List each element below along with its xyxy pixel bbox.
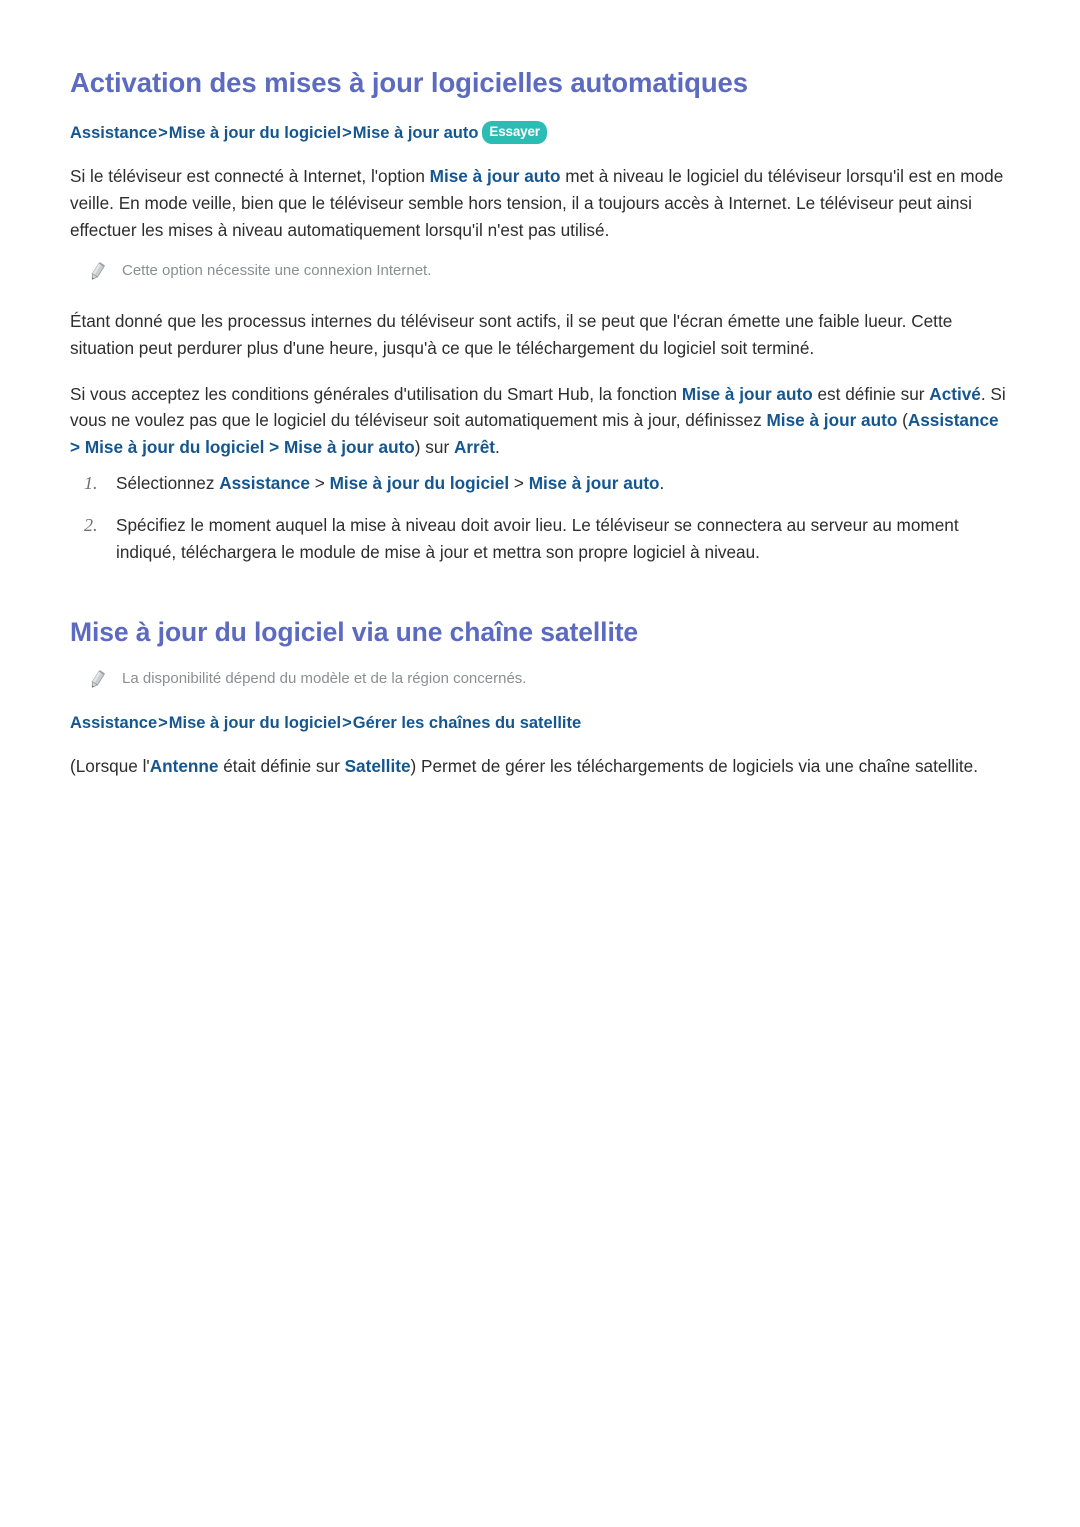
term-on[interactable]: Activé [929, 384, 981, 404]
list-text: Sélectionnez [116, 472, 220, 493]
breadcrumb-section1: Assistance>Mise à jour du logiciel>Mise … [70, 121, 1010, 144]
breadcrumb-item-auto-update[interactable]: Mise à jour auto [353, 124, 479, 142]
list-item: 2. Spécifiez le moment auquel la mise à … [70, 512, 1010, 566]
breadcrumb-separator: > [158, 713, 168, 732]
steps-list: 1. Sélectionnez Assistance > Mise à jour… [70, 470, 1010, 565]
list-number: 2. [84, 514, 98, 535]
paragraph-text: ) sur [414, 437, 454, 458]
section-title-satellite: Mise à jour du logiciel via une chaîne s… [70, 617, 639, 648]
note-text: Cette option nécessite une connexion Int… [122, 261, 432, 279]
breadcrumb-section2: Assistance>Mise à jour du logiciel>Gérer… [70, 713, 1010, 734]
term-separator: > [264, 437, 284, 458]
pencil-icon [87, 669, 107, 691]
paragraph-text: (Lorsque l' [70, 756, 150, 777]
paragraph-text: était définie sur [218, 756, 345, 777]
breadcrumb-item-software-update[interactable]: Mise à jour du logiciel [169, 714, 341, 732]
paragraph-smart-hub-terms: Si vous acceptez les conditions générale… [70, 381, 1010, 461]
note-text: La disponibilité dépend du modèle et de … [122, 670, 527, 688]
term-separator: > [309, 472, 330, 493]
paragraph-auto-update-intro: Si le téléviseur est connecté à Internet… [70, 163, 1010, 243]
term-software-update[interactable]: Mise à jour du logiciel [330, 473, 510, 493]
breadcrumb-item-assistance[interactable]: Assistance [70, 714, 157, 732]
term-satellite[interactable]: Satellite [345, 756, 411, 776]
document-page: Activation des mises à jour logicielles … [0, 0, 1080, 1527]
paragraph-text: est définie sur [812, 383, 930, 404]
breadcrumb-separator: > [342, 124, 352, 142]
paragraph-text: . [495, 437, 500, 458]
breadcrumb-separator: > [158, 124, 168, 142]
term-auto-update[interactable]: Mise à jour auto [682, 384, 813, 404]
paragraph-text: ) Permet de gérer les téléchargements de… [410, 756, 979, 777]
term-separator: > [509, 472, 529, 493]
breadcrumb-item-software-update[interactable]: Mise à jour du logiciel [169, 124, 341, 142]
term-auto-update[interactable]: Mise à jour auto [430, 166, 561, 186]
note-availability: La disponibilité dépend du modèle et de … [70, 668, 1010, 691]
paragraph-text: Si le téléviseur est connecté à Internet… [70, 166, 430, 187]
term-separator: > [70, 437, 85, 458]
paragraph-satellite-description: (Lorsque l'Antenne était définie sur Sat… [70, 753, 1010, 780]
breadcrumb-item-assistance[interactable]: Assistance [70, 124, 157, 142]
term-assistance[interactable]: Assistance [908, 410, 999, 430]
pencil-icon [87, 261, 107, 283]
breadcrumb-separator: > [342, 713, 352, 732]
term-auto-update[interactable]: Mise à jour auto [529, 473, 660, 493]
list-text: . [659, 472, 665, 493]
term-assistance[interactable]: Assistance [219, 473, 310, 493]
term-software-update[interactable]: Mise à jour du logiciel [85, 437, 265, 457]
paragraph-text: ( [897, 410, 908, 431]
note-internet-required: Cette option nécessite une connexion Int… [70, 260, 1010, 283]
list-number: 1. [84, 472, 98, 493]
list-item-text: Sélectionnez Assistance > Mise à jour du… [116, 470, 664, 497]
try-it-badge[interactable]: Essayer [482, 121, 547, 144]
paragraph-text: Si vous acceptez les conditions générale… [70, 383, 682, 404]
list-item: 1. Sélectionnez Assistance > Mise à jour… [70, 470, 1010, 498]
term-off[interactable]: Arrêt [454, 437, 495, 457]
term-auto-update[interactable]: Mise à jour auto [766, 410, 897, 430]
list-item-text: Spécifiez le moment auquel la mise à niv… [116, 514, 959, 562]
term-auto-update[interactable]: Mise à jour auto [284, 437, 415, 457]
paragraph-screen-glow: Étant donné que les processus internes d… [70, 311, 953, 358]
term-antenna[interactable]: Antenne [150, 756, 219, 776]
breadcrumb-item-manage-satellite-channels[interactable]: Gérer les chaînes du satellite [353, 714, 581, 732]
page-title: Activation des mises à jour logicielles … [70, 67, 748, 98]
